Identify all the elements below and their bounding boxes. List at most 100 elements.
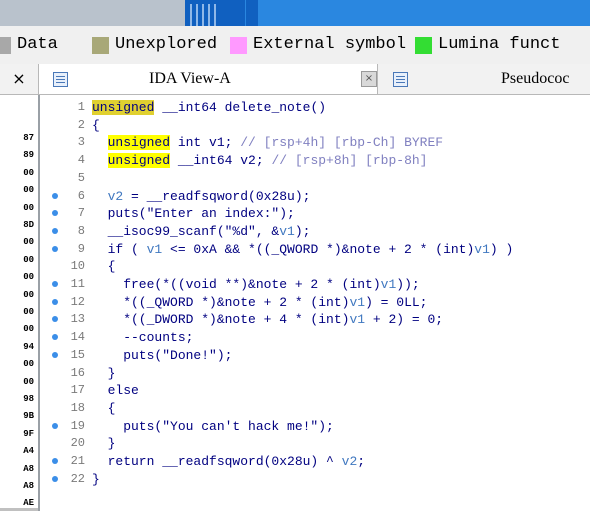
code-text: __isoc99_scanf("%d", &v1); [92, 223, 311, 239]
code-variable: v1 [146, 241, 163, 257]
line-number: 1 [77, 100, 85, 114]
tab-bar: × IDA View-A × Pseudococ [0, 64, 590, 95]
address-fragment: 9F [23, 428, 34, 439]
legend-item-external-symbol: External symbol [230, 26, 406, 64]
left-pane-close-button[interactable]: × [8, 64, 30, 94]
legend-item-data: Data [0, 26, 58, 64]
code-token: { [92, 400, 116, 416]
code-line[interactable]: 5 [40, 171, 590, 186]
code-comment: // [rsp+4h] [rbp-Ch] BYREF [240, 135, 444, 151]
code-token: } [92, 436, 116, 452]
color-legend-bar: Data Unexplored External symbol Lumina f… [0, 26, 590, 65]
legend-swatch [0, 36, 11, 54]
tab-close-button[interactable]: × [361, 71, 377, 87]
code-token: else [92, 383, 139, 399]
line-number: 16 [70, 365, 85, 380]
code-line[interactable]: 22} [40, 472, 590, 487]
code-line[interactable]: 2{ [40, 118, 590, 133]
line-number: 7 [77, 206, 85, 221]
code-line[interactable]: 4 unsigned __int64 v2; // [rsp+8h] [rbp-… [40, 153, 590, 169]
code-token: } [92, 365, 116, 381]
address-fragment: 8D [23, 220, 34, 230]
pseudocode-editor[interactable]: 1 unsigned __int64 delete_note() 2{ 3 unsig… [40, 95, 590, 511]
code-variable: v1 [349, 312, 366, 328]
legend-swatch [230, 36, 247, 54]
code-line[interactable]: 17 else [40, 383, 590, 398]
code-line[interactable]: 9 if ( v1 <= 0xA && *((_QWORD *)&note + … [40, 242, 590, 257]
code-text: else [92, 383, 139, 398]
address-fragment: 00 [23, 324, 34, 335]
code-line[interactable]: 15 puts("Done!"); [40, 348, 590, 363]
line-number: 13 [70, 312, 85, 327]
tab-pseudocode[interactable]: Pseudococ [377, 64, 590, 94]
code-text: { [92, 118, 100, 133]
code-line[interactable]: 13 *((_DWORD *)&note + 4 * (int)v1 + 2) … [40, 312, 590, 327]
code-line[interactable]: 14 --counts; [40, 330, 590, 345]
address-fragment: 98 [23, 394, 34, 404]
code-text: return __readfsqword(0x28u) ^ v2; [92, 454, 365, 469]
code-token: __isoc99_scanf("%d", & [92, 223, 280, 239]
code-text: --counts; [92, 330, 193, 345]
pseudocode-view-icon [393, 72, 408, 87]
code-token: --counts; [92, 330, 194, 346]
code-token: *((_QWORD *)&note + 2 * (int) [92, 294, 350, 310]
line-number: 17 [70, 383, 85, 398]
line-number: 20 [70, 436, 85, 451]
code-token: } [92, 471, 100, 487]
nav-band-mark [196, 4, 198, 26]
code-token: puts("Done!"); [92, 347, 233, 363]
code-keyword: unsigned [92, 100, 155, 115]
code-variable: v1 [380, 277, 397, 292]
navigation-band-segment[interactable] [246, 0, 258, 26]
code-token: free(*((void **)&note + 2 * (int) [92, 277, 381, 292]
code-token: return __readfsqword(0x28u) ^ [92, 454, 342, 469]
code-token: *((_DWORD *)&note + 4 * (int) [92, 312, 350, 328]
code-line[interactable]: 6 v2 = __readfsqword(0x28u); [40, 189, 590, 204]
code-text: } [92, 436, 116, 452]
code-line[interactable]: 18 { [40, 401, 590, 416]
code-line[interactable]: 1 unsigned __int64 delete_note() [40, 100, 590, 115]
line-number: 8 [77, 223, 85, 238]
address-fragment: 00 [23, 289, 34, 300]
line-number: 19 [70, 418, 85, 433]
code-line[interactable]: 11 free(*((void **)&note + 2 * (int)v1))… [40, 277, 590, 292]
address-fragment: 00 [23, 237, 34, 248]
address-fragment: A8 [23, 481, 34, 491]
code-token: + 2) = 0; [365, 312, 444, 328]
code-line[interactable]: 19 puts("You can't hack me!"); [40, 419, 590, 434]
code-line[interactable]: 7 puts("Enter an index:"); [40, 206, 590, 221]
line-number: 18 [70, 400, 85, 415]
code-line[interactable]: 8 __isoc99_scanf("%d", &v1); [40, 224, 590, 239]
code-token: = __readfsqword(0x28u); [123, 188, 311, 204]
left-disassembly-pane[interactable]: 87 89 00 00 00 8D 00 00 00 00 00 00 94 00 00 98 9B 9F A4 A8… [0, 95, 40, 511]
code-text: unsigned __int64 delete_note() [92, 100, 326, 115]
code-keyword: unsigned [107, 153, 171, 169]
nav-band-mark [208, 4, 210, 26]
address-fragment: 89 [23, 150, 34, 161]
code-line[interactable]: 20 } [40, 436, 590, 451]
code-line[interactable]: 3 unsigned int v1; // [rsp+4h] [rbp-Ch] … [40, 135, 590, 151]
navigation-band-segment[interactable] [222, 0, 236, 26]
line-number: 6 [77, 188, 85, 203]
tab-ida-view-a[interactable]: IDA View-A × [38, 64, 378, 94]
code-token: )); [396, 277, 420, 292]
code-token: ; [357, 454, 366, 469]
toolbar-gray-region [0, 0, 185, 26]
line-number: 22 [70, 471, 85, 486]
code-line[interactable]: 16 } [40, 366, 590, 381]
code-comment: // [rsp+8h] [rbp-8h] [271, 153, 428, 169]
address-fragment: 87 [23, 133, 34, 143]
code-text: *((_QWORD *)&note + 2 * (int)v1) = 0LL; [92, 295, 427, 310]
code-text: { [92, 400, 116, 416]
code-token: if ( [92, 241, 147, 257]
code-variable: v1 [279, 223, 295, 239]
code-line[interactable]: 21 return __readfsqword(0x28u) ^ v2; [40, 454, 590, 469]
code-line[interactable]: 10 { [40, 259, 590, 274]
code-line[interactable]: 12 *((_QWORD *)&note + 2 * (int)v1) = 0L… [40, 295, 590, 310]
line-number: 9 [77, 241, 85, 256]
line-number: 5 [77, 170, 85, 185]
code-token: puts("You can't hack me!"); [92, 418, 334, 434]
